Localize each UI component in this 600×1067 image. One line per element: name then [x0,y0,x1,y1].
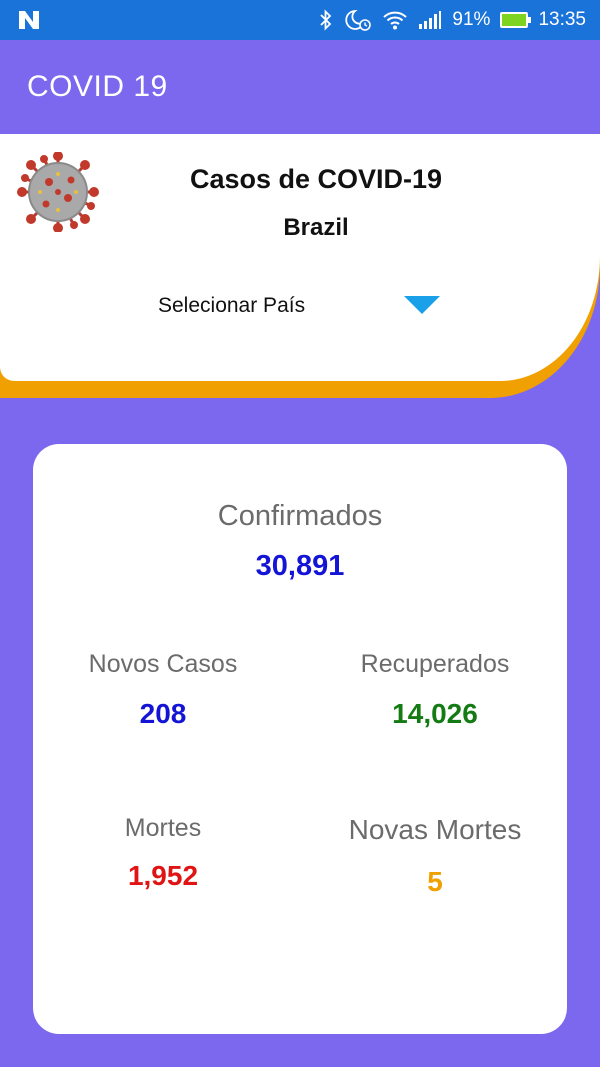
recovered-value: 14,026 [392,698,478,729]
recovered-label: Recuperados [360,650,510,678]
selected-country: Brazil [283,214,349,241]
new-deaths-value: 5 [427,866,443,897]
header-panel: Casos de COVID-19 Brazil Selecionar País [0,134,600,381]
clock: 13:35 [538,9,586,30]
signal-icon [418,10,442,30]
new-cases-label: Novos Casos [88,650,238,678]
status-bar: 91% 13:35 [0,0,600,40]
deaths-value: 1,952 [127,860,199,891]
alarm-icon [344,8,372,32]
bluetooth-icon [318,9,334,31]
app-bar: COVID 19 [0,40,600,134]
header-card: Casos de COVID-19 Brazil Selecionar País [0,134,600,404]
confirmed-label: Confirmados [217,500,383,532]
app-title: COVID 19 [27,70,168,103]
n-icon [16,7,42,33]
battery-percent: 91% [452,9,491,30]
confirmed-value: 30,891 [255,550,345,582]
page-title: Casos de COVID-19 [189,164,443,194]
country-select-label: Selecionar País [158,294,306,317]
stats-card: Confirmados 30,891 Novos Casos 208 Recup… [33,444,567,1034]
wifi-icon [382,9,408,31]
new-deaths-label: Novas Mortes [348,814,522,845]
battery-icon [500,12,532,28]
country-select[interactable]: Selecionar País [150,284,450,328]
dropdown-arrow-icon[interactable] [403,294,441,316]
new-cases-value: 208 [139,698,187,729]
deaths-label: Mortes [124,814,202,842]
